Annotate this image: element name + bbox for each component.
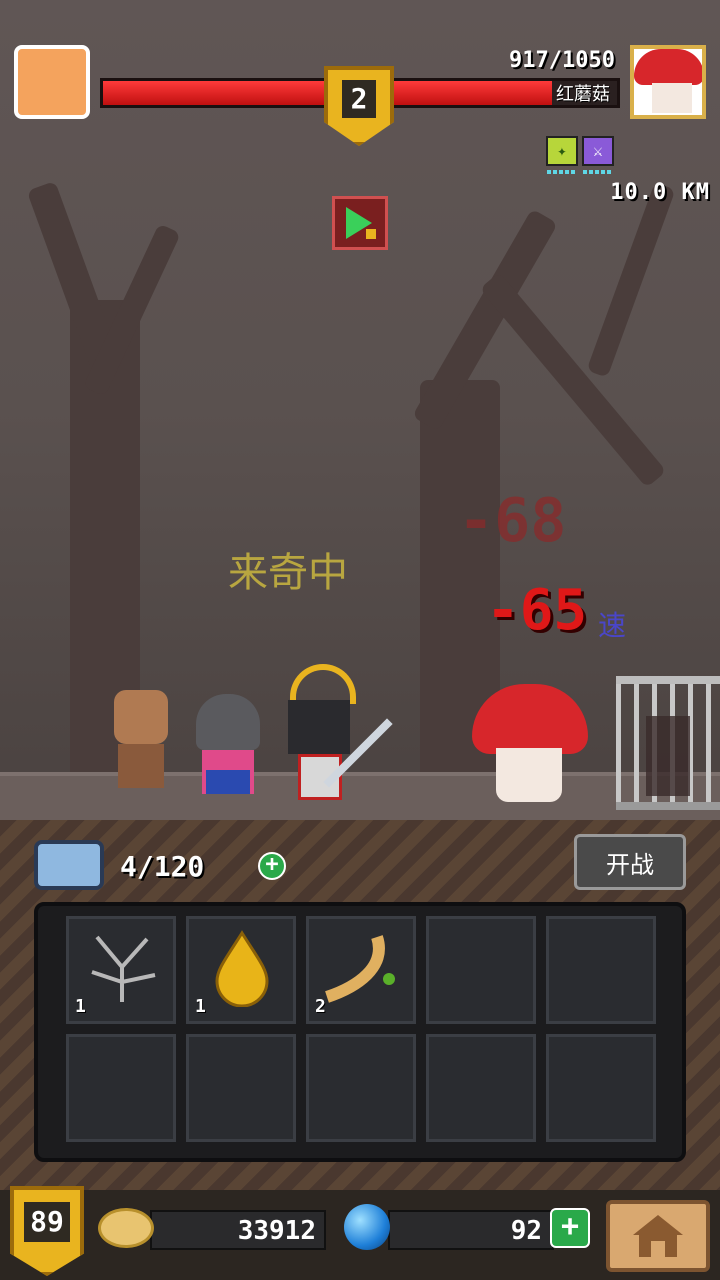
buff-timer	[583, 170, 613, 174]
bag-capacity: 4/120	[120, 850, 205, 883]
mushroom-cap-icon	[472, 684, 588, 754]
play-fast-icon	[346, 207, 376, 239]
inventory-slot-empty[interactable]	[426, 916, 536, 1024]
hero-body	[118, 744, 164, 788]
status-text: 来奇中	[228, 550, 348, 596]
inventory-slot-empty[interactable]	[546, 916, 656, 1024]
helmet-crest-icon	[290, 664, 356, 704]
branch-icon	[77, 927, 167, 1011]
expand-bag-button[interactable]: +	[258, 852, 286, 880]
player-level: 89	[24, 1202, 70, 1242]
home-button[interactable]	[606, 1200, 710, 1272]
home-icon	[633, 1215, 683, 1257]
hero-knight[interactable]	[192, 694, 264, 800]
mushroom-face-icon	[652, 83, 692, 113]
start-battle-button[interactable]: 开战	[574, 834, 686, 890]
root-icon	[317, 927, 407, 1011]
inventory-slot[interactable]: 1	[66, 916, 176, 1024]
tree-branch	[586, 182, 676, 378]
prisoner-figure	[646, 716, 690, 796]
buff-purple-icon[interactable]: ⚔	[582, 136, 614, 166]
distance-readout: 10.0 KM	[610, 180, 710, 205]
inventory-slot-empty[interactable]	[426, 1034, 536, 1142]
enemy-red-mushroom[interactable]	[472, 684, 588, 804]
inventory-slot[interactable]: 2	[306, 916, 416, 1024]
item-count: 1	[195, 996, 206, 1017]
buy-gems-button[interactable]: +	[550, 1208, 590, 1248]
caged-prisoner[interactable]	[616, 676, 720, 810]
gem-field: 92	[388, 1210, 554, 1250]
gem-amount: 92	[510, 1216, 542, 1246]
helmet-icon	[196, 694, 260, 750]
gem-icon	[344, 1204, 390, 1250]
inventory-slot-empty[interactable]	[66, 1034, 176, 1142]
inventory-slot[interactable]: 1	[186, 916, 296, 1024]
inventory-slot-empty[interactable]	[306, 1034, 416, 1142]
tree-branch	[479, 272, 667, 488]
backpack-icon	[34, 840, 104, 890]
coin-field: 33912	[150, 1210, 326, 1250]
hero-samurai[interactable]	[284, 664, 424, 804]
damage-number: -65	[486, 578, 588, 643]
boss-avatar	[630, 45, 706, 119]
mushroom-cap-icon	[634, 49, 702, 85]
damage-number: -68	[458, 486, 567, 556]
hero-head	[114, 690, 168, 744]
speed-up-button[interactable]	[332, 196, 388, 250]
inventory-slot-empty[interactable]	[546, 1034, 656, 1142]
boss-name: 红蘑菇	[556, 84, 610, 105]
item-count: 1	[75, 996, 86, 1017]
stage-level: 2	[342, 80, 376, 118]
mushroom-face-icon	[496, 748, 562, 802]
speed-tag: 速	[598, 609, 627, 642]
item-count: 2	[315, 996, 326, 1017]
player-avatar[interactable]	[14, 45, 90, 119]
coin-icon	[98, 1208, 154, 1248]
hero-head	[288, 700, 350, 754]
inventory-grid: 1 1 2	[34, 902, 686, 1162]
inventory-slot-empty[interactable]	[186, 1034, 296, 1142]
coin-amount: 33912	[237, 1216, 316, 1246]
hero-pants	[206, 770, 250, 794]
buff-timer	[547, 170, 577, 174]
oil-drop-icon	[197, 927, 287, 1011]
hero-archer[interactable]	[108, 690, 174, 800]
boss-hp-text: 917/1050	[509, 48, 615, 73]
buff-green-icon[interactable]: ✦	[546, 136, 578, 166]
